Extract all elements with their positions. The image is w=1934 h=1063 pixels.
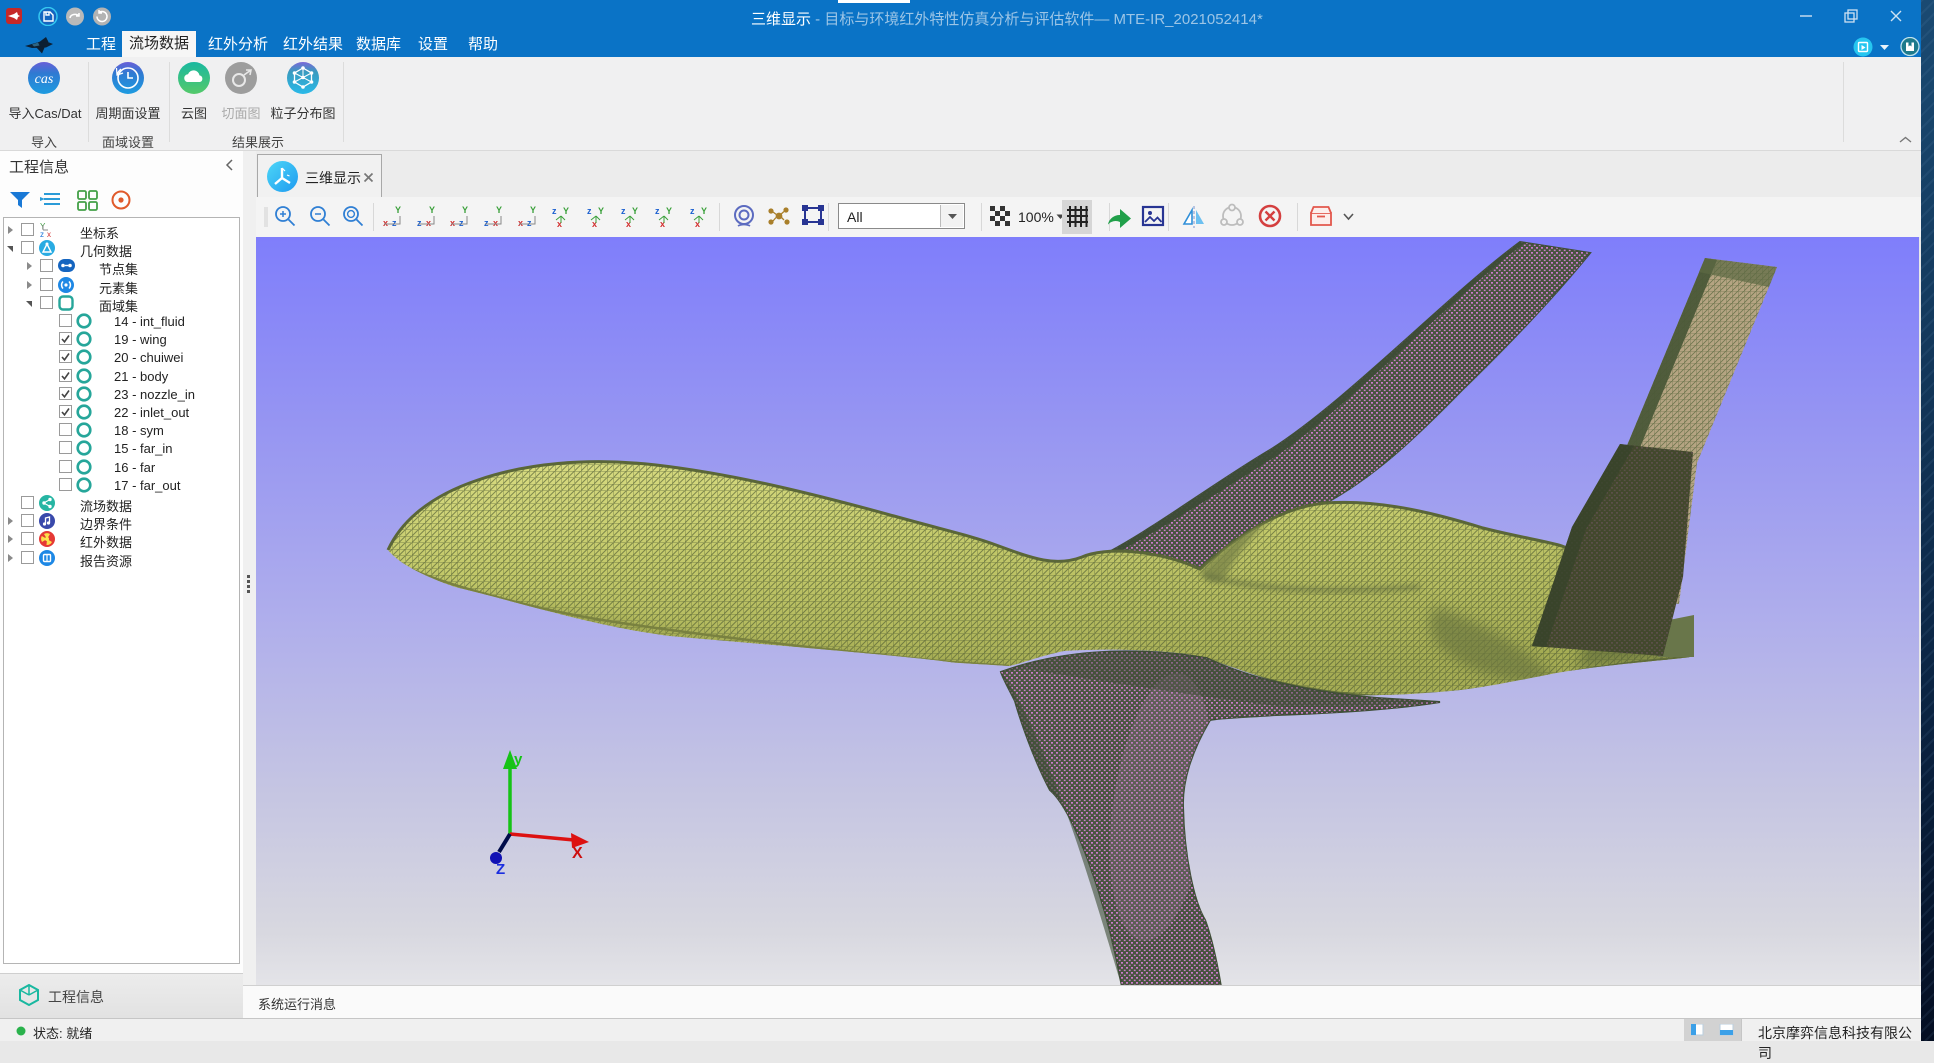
svg-text:Y: Y	[395, 205, 401, 215]
svg-text:z: z	[587, 206, 592, 216]
svg-text:Y: Y	[598, 206, 604, 216]
svg-text:Y: Y	[701, 206, 707, 216]
svg-text:Z: Z	[496, 861, 505, 878]
svg-text:z: z	[40, 230, 44, 238]
svg-text:z: z	[392, 218, 397, 228]
svg-text:x: x	[493, 218, 498, 228]
svg-text:Y: Y	[462, 205, 468, 215]
svg-text:x: x	[518, 218, 523, 228]
svg-text:y: y	[514, 751, 523, 768]
svg-text:z: z	[552, 206, 557, 216]
svg-text:X: X	[572, 845, 583, 862]
svg-text:Y: Y	[530, 205, 536, 215]
svg-text:x: x	[47, 230, 51, 238]
svg-text:Y: Y	[666, 206, 672, 216]
svg-text:z: z	[690, 206, 695, 216]
svg-text:z: z	[459, 218, 464, 228]
svg-text:x: x	[426, 218, 431, 228]
svg-text:cas: cas	[35, 72, 54, 87]
svg-text:z: z	[655, 206, 660, 216]
svg-text:x: x	[383, 218, 388, 228]
svg-text:Y: Y	[496, 205, 502, 215]
svg-text:x: x	[450, 218, 455, 228]
svg-text:z: z	[621, 206, 626, 216]
svg-text:z: z	[527, 218, 532, 228]
svg-text:Y: Y	[563, 206, 569, 216]
svg-text:Y: Y	[632, 206, 638, 216]
svg-text:Y: Y	[429, 205, 435, 215]
svg-text:z: z	[484, 218, 489, 228]
svg-text:z: z	[417, 218, 422, 228]
